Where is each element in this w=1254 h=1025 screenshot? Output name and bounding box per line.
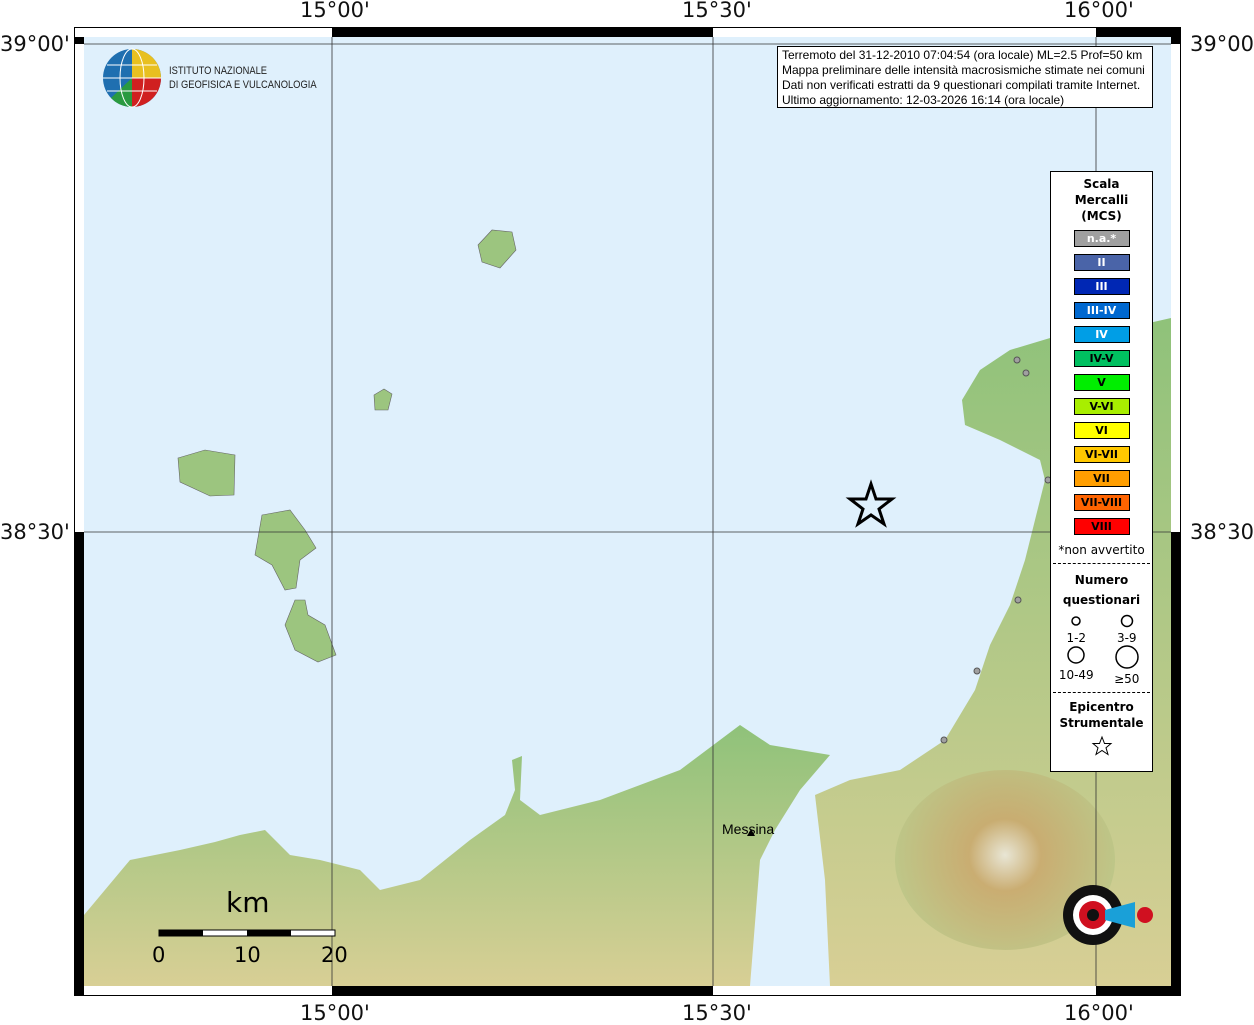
- legend-swatch-viii: VIII: [1073, 518, 1130, 535]
- legend-swatch-ii: II: [1073, 254, 1130, 271]
- count-label: 3-9: [1116, 631, 1137, 645]
- legend-swatch-vi: VI: [1073, 422, 1130, 439]
- legend-swatch-v: V: [1073, 374, 1130, 391]
- legend-swatch-vii: VII: [1073, 470, 1130, 487]
- frame-bar-bottom: [332, 986, 713, 996]
- frame-bar-top-2: [1096, 27, 1181, 37]
- count-label: 1-2: [1066, 631, 1087, 645]
- lon-tick-top-2: 15°30': [682, 0, 752, 22]
- legend-swatch-iv-v: IV-V: [1073, 350, 1130, 367]
- legend-title: Mercalli: [1074, 193, 1129, 207]
- info-line: Ultimo aggiornamento: 12-03-2026 16:14 (…: [782, 93, 1065, 107]
- legend-swatch-vii-viii: VII-VIII: [1073, 494, 1130, 511]
- frame-bar-top: [332, 27, 713, 37]
- lon-tick-bottom-2: 15°30': [682, 1001, 752, 1025]
- count-label: ≥50: [1114, 672, 1140, 686]
- legend-swatch-iii-iv: III-IV: [1073, 302, 1130, 319]
- legend-title: Scala: [1083, 177, 1120, 191]
- frame-bar-right: [1171, 532, 1181, 996]
- info-line: Mappa preliminare delle intensità macros…: [782, 63, 1145, 77]
- count-1-2: 1-2: [1051, 614, 1102, 645]
- lon-tick-top-1: 15°00': [300, 0, 370, 22]
- scalebar-label-20: 20: [321, 943, 348, 967]
- logo-line-2: DI GEOFISICA E VULCANOLOGIA: [169, 79, 317, 91]
- count-10-49: 10-49: [1051, 645, 1102, 686]
- legend-swatch-vi-vii: VI-VII: [1073, 446, 1130, 463]
- epicenter-title: Epicentro: [1069, 700, 1134, 714]
- frame-bar-left: [74, 532, 84, 996]
- lon-tick-top-3: 16°00': [1064, 0, 1134, 22]
- legend: Scala Mercalli (MCS) n.a.* II III III-IV IV I…: [1050, 171, 1153, 772]
- legend-note: *non avvertito: [1058, 543, 1145, 557]
- legend-swatch-iii: III: [1073, 278, 1130, 295]
- info-line: Dati non verificati estratti da 9 questi…: [782, 78, 1141, 92]
- epicenter-title: Strumentale: [1059, 716, 1144, 730]
- count-3-9: 3-9: [1102, 614, 1153, 645]
- count-title: Numero: [1074, 573, 1129, 587]
- scalebar-unit: km: [226, 886, 270, 919]
- count-50-plus: ≥50: [1102, 645, 1153, 686]
- ingv-logo-text: ISTITUTO NAZIONALE DI GEOFISICA E VULCANO…: [169, 64, 317, 92]
- lat-tick-right-1: 39°00': [1190, 32, 1254, 56]
- frame-bar-bottom-2: [1096, 986, 1181, 996]
- haisentito-logo: [1063, 885, 1153, 945]
- frame-bar-right-top: [1171, 37, 1181, 44]
- scalebar-label-0: 0: [152, 943, 166, 967]
- frame-bar-left-top: [74, 37, 84, 44]
- logo-line-1: ISTITUTO NAZIONALE: [169, 65, 268, 77]
- lat-tick-right-2: 38°30': [1190, 520, 1254, 544]
- scalebar: [158, 929, 336, 937]
- legend-title: (MCS): [1081, 209, 1122, 223]
- scalebar-label-10: 10: [234, 943, 261, 967]
- info-line: Terremoto del 31-12-2010 07:04:54 (ora l…: [782, 48, 1143, 62]
- lon-tick-bottom-3: 16°00': [1064, 1001, 1134, 1025]
- place-label-messina: Messina: [722, 821, 775, 837]
- count-title: questionari: [1062, 593, 1141, 607]
- lat-tick-left-2: 38°30': [0, 520, 70, 544]
- map-canvas[interactable]: [84, 37, 1171, 986]
- lon-tick-bottom-1: 15°00': [300, 1001, 370, 1025]
- legend-star-icon: [1091, 735, 1112, 756]
- legend-swatch-na: n.a.*: [1073, 230, 1130, 247]
- lat-tick-left-1: 39°00': [0, 32, 70, 56]
- legend-swatch-v-vi: V-VI: [1073, 398, 1130, 415]
- count-label: 10-49: [1058, 668, 1094, 682]
- event-info-box: Terremoto del 31-12-2010 07:04:54 (ora l…: [777, 46, 1153, 108]
- ingv-globe-logo: [103, 48, 161, 108]
- legend-swatch-iv: IV: [1073, 326, 1130, 343]
